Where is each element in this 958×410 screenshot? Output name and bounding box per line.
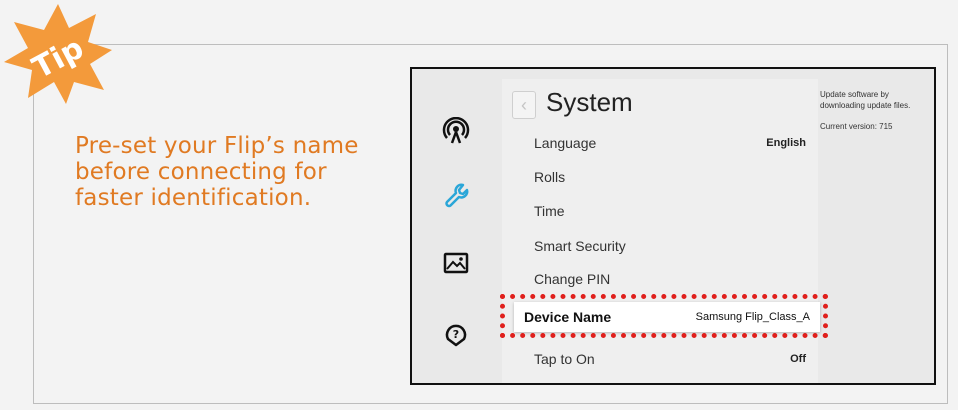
info-panel: Update software by downloading update fi…	[820, 89, 930, 142]
info-description: Update software by downloading update fi…	[820, 90, 911, 110]
tip-badge: Tip	[2, 2, 114, 106]
back-button[interactable]: ‹	[512, 91, 536, 119]
wrench-icon[interactable]	[442, 181, 470, 209]
support-icon[interactable]: ?	[442, 319, 470, 347]
menu-item-rolls[interactable]: Rolls	[534, 165, 814, 189]
chevron-left-icon: ‹	[521, 95, 527, 115]
broadcast-icon[interactable]	[442, 117, 470, 145]
current-version: Current version: 715	[820, 122, 893, 131]
menu-item-change-pin[interactable]: Change PIN	[534, 267, 814, 291]
menu-title: System	[546, 87, 633, 117]
tip-star-icon: Tip	[4, 4, 112, 104]
device-name-highlight	[500, 294, 828, 338]
menu-item-tap-to-on[interactable]: Tap to On Off	[534, 347, 814, 371]
tv-side-rail: ?	[412, 69, 500, 383]
tip-description: Pre-set your Flip’s name before connecti…	[75, 133, 359, 211]
menu-item-time[interactable]: Time	[534, 199, 814, 223]
menu-item-language[interactable]: Language English	[534, 131, 814, 155]
svg-text:?: ?	[453, 328, 459, 341]
picture-icon[interactable]	[442, 249, 470, 277]
menu-item-smart-security[interactable]: Smart Security	[534, 234, 814, 258]
